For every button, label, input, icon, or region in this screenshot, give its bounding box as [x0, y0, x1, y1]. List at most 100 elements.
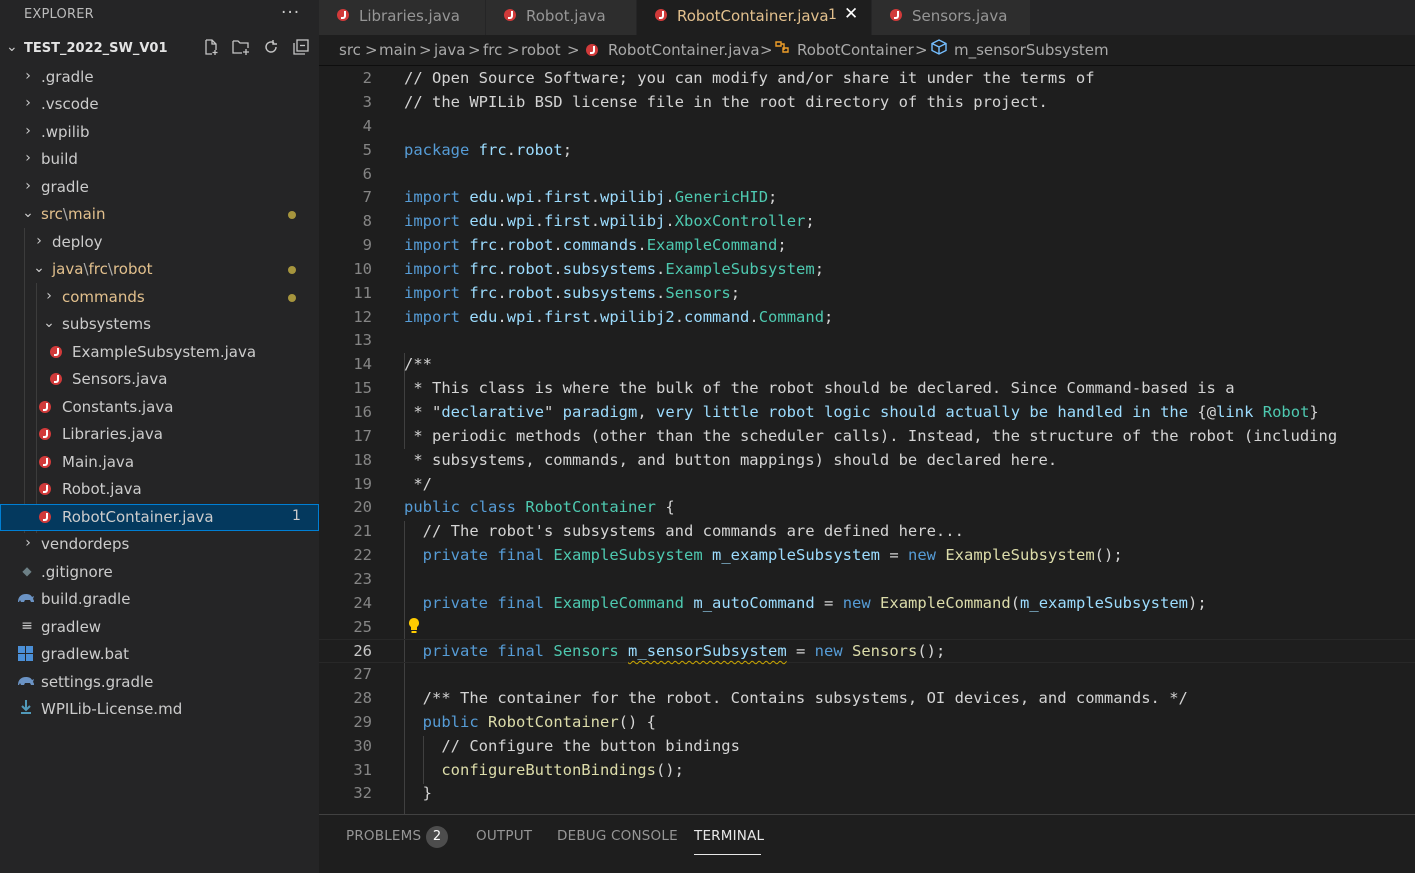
- tree-item-robot-container[interactable]: RobotContainer.java 1: [0, 504, 319, 531]
- code-line[interactable]: 4: [319, 115, 1415, 139]
- code-line[interactable]: 2 // Open Source Software; you can modify…: [319, 67, 1415, 91]
- code-line[interactable]: 27: [319, 663, 1415, 687]
- code-line[interactable]: 29 public RobotContainer() {: [319, 711, 1415, 735]
- code-line[interactable]: 11 import frc.robot.subsystems.Sensors;: [319, 282, 1415, 306]
- line-text: /** The container for the robot. Contain…: [404, 689, 1188, 707]
- line-text: * subsystems, commands, and button mappi…: [404, 451, 1058, 469]
- tree-item-gradlew[interactable]: ≡ gradlew: [0, 614, 319, 641]
- tree-item-license[interactable]: WPILib-License.md: [0, 696, 319, 723]
- code-line[interactable]: 19 */: [319, 473, 1415, 497]
- code-line[interactable]: 20 public class RobotContainer {: [319, 496, 1415, 520]
- tree-item-deploy[interactable]: › deploy: [0, 229, 319, 256]
- code-line[interactable]: 21 // The robot's subsystems and command…: [319, 520, 1415, 544]
- close-icon[interactable]: ✕: [844, 4, 858, 24]
- line-text: public RobotContainer() {: [422, 713, 656, 731]
- tree-item-libraries[interactable]: Libraries.java: [0, 421, 319, 448]
- breadcrumb-item[interactable]: robot: [521, 41, 561, 59]
- tree-item-label: build.gradle: [41, 590, 131, 608]
- collapse-all-icon[interactable]: [290, 38, 312, 60]
- code-line[interactable]: 13: [319, 329, 1415, 353]
- code-line[interactable]: 6: [319, 163, 1415, 187]
- code-line[interactable]: 15 * This class is where the bulk of the…: [319, 377, 1415, 401]
- tree-item-src-main[interactable]: ⌄ src\main: [0, 201, 319, 228]
- tree-item-wpilib-folder[interactable]: › .wpilib: [0, 119, 319, 146]
- tab-problems[interactable]: PROBLEMS: [346, 828, 421, 844]
- line-number: 26: [353, 642, 372, 660]
- tab-output[interactable]: OUTPUT: [476, 828, 532, 844]
- code-line[interactable]: 32 }: [319, 782, 1415, 806]
- tree-item-constants[interactable]: Constants.java: [0, 394, 319, 421]
- new-folder-icon[interactable]: [230, 38, 252, 60]
- tree-item-label: Main.java: [62, 453, 135, 471]
- breadcrumb-item[interactable]: main: [379, 41, 416, 59]
- tree-item-gitignore[interactable]: ◆ .gitignore: [0, 559, 319, 586]
- code-line[interactable]: 9 import frc.robot.commands.ExampleComman…: [319, 234, 1415, 258]
- line-text: import edu.wpi.first.wpilibj.XboxControl…: [404, 212, 815, 230]
- chevron-down-icon: ⌄: [43, 315, 55, 331]
- lightbulb-icon[interactable]: [407, 617, 421, 635]
- tab-robot[interactable]: Robot.java: [486, 0, 637, 35]
- workspace-folder[interactable]: ⌄ TEST_2022_SW_V01: [0, 36, 319, 63]
- chevron-right-icon: ›: [25, 178, 31, 194]
- tab-terminal[interactable]: TERMINAL: [694, 828, 764, 844]
- breadcrumb-item[interactable]: frc: [483, 41, 502, 59]
- code-line[interactable]: 16 * "declarative" paradigm, very little…: [319, 401, 1415, 425]
- line-text: // Open Source Software; you can modify …: [404, 69, 1095, 87]
- tree-item-build-gradle[interactable]: build.gradle: [0, 586, 319, 613]
- tree-item-sensors[interactable]: Sensors.java: [0, 366, 319, 393]
- tree-item-settings-gradle[interactable]: settings.gradle: [0, 669, 319, 696]
- tab-label: Robot.java: [526, 7, 606, 25]
- breadcrumb-class[interactable]: RobotContainer: [797, 41, 914, 59]
- tab-robot-container[interactable]: RobotContainer.java 1 ✕: [637, 0, 872, 35]
- code-line[interactable]: 31 configureButtonBindings();: [319, 759, 1415, 783]
- tree-item-label: gradlew: [41, 618, 102, 636]
- code-line[interactable]: 7 import edu.wpi.first.wpilibj.GenericHID…: [319, 186, 1415, 210]
- line-number: 13: [353, 331, 372, 349]
- tree-item-main[interactable]: Main.java: [0, 449, 319, 476]
- line-number: 10: [353, 260, 372, 278]
- code-line[interactable]: 10 import frc.robot.subsystems.ExampleSub…: [319, 258, 1415, 282]
- tree-item-subsystems[interactable]: ⌄ subsystems: [0, 311, 319, 338]
- code-line[interactable]: 23: [319, 568, 1415, 592]
- tree-item-vendordeps[interactable]: › vendordeps: [0, 531, 319, 558]
- code-editor[interactable]: 2 // Open Source Software; you can modify…: [319, 66, 1415, 814]
- code-line-current[interactable]: 26 private final Sensors m_sensorSubsyst…: [319, 639, 1415, 663]
- tab-libraries[interactable]: Libraries.java: [319, 0, 486, 35]
- breadcrumb-item[interactable]: src: [339, 41, 361, 59]
- refresh-icon[interactable]: [260, 38, 282, 60]
- code-line[interactable]: 12 import edu.wpi.first.wpilibj2.command.…: [319, 306, 1415, 330]
- tab-sensors[interactable]: Sensors.java: [872, 0, 1031, 35]
- code-line[interactable]: 24 private final ExampleCommand m_autoCo…: [319, 592, 1415, 616]
- tree-item-java-frc-robot[interactable]: ⌄ java\frc\robot: [0, 256, 319, 283]
- tab-label: RobotContainer.java: [677, 7, 829, 25]
- code-line[interactable]: 14 /**: [319, 353, 1415, 377]
- tab-problem-count: 1: [828, 7, 837, 23]
- breadcrumb-item[interactable]: java: [434, 41, 465, 59]
- breadcrumb-file[interactable]: RobotContainer.java: [608, 41, 760, 59]
- code-line[interactable]: 28 /** The container for the robot. Cont…: [319, 687, 1415, 711]
- code-line[interactable]: 5 package frc.robot;: [319, 139, 1415, 163]
- tab-debug-console[interactable]: DEBUG CONSOLE: [557, 828, 678, 844]
- tree-item-gradlew-bat[interactable]: gradlew.bat: [0, 641, 319, 668]
- tree-item-build-folder[interactable]: › build: [0, 146, 319, 173]
- tree-item-commands[interactable]: › commands: [0, 284, 319, 311]
- code-line[interactable]: 3 // the WPILib BSD license file in the r…: [319, 91, 1415, 115]
- tree-item-gradle-folder[interactable]: › .gradle: [0, 64, 319, 91]
- new-file-icon[interactable]: [200, 38, 222, 60]
- line-number: 15: [353, 379, 372, 397]
- code-line[interactable]: 17 * periodic methods (other than the sc…: [319, 425, 1415, 449]
- tree-item-example-subsystem[interactable]: ExampleSubsystem.java: [0, 339, 319, 366]
- tree-item-robot[interactable]: Robot.java: [0, 476, 319, 503]
- breadcrumb-field[interactable]: m_sensorSubsystem: [954, 41, 1109, 59]
- tree-item-gradle-dir[interactable]: › gradle: [0, 174, 319, 201]
- code-line[interactable]: 22 private final ExampleSubsystem m_exam…: [319, 544, 1415, 568]
- code-line[interactable]: 30 // Configure the button bindings: [319, 735, 1415, 759]
- code-line[interactable]: 25: [319, 616, 1415, 640]
- code-line[interactable]: 18 * subsystems, commands, and button ma…: [319, 449, 1415, 473]
- chevron-right-icon: ›: [46, 288, 52, 304]
- tree-item-vscode-folder[interactable]: › .vscode: [0, 91, 319, 118]
- more-actions-icon[interactable]: ···: [281, 3, 300, 23]
- tree-item-label: gradlew.bat: [41, 645, 130, 663]
- code-line[interactable]: 8 import edu.wpi.first.wpilibj.XboxContro…: [319, 210, 1415, 234]
- breadcrumb-separator: >: [760, 41, 773, 59]
